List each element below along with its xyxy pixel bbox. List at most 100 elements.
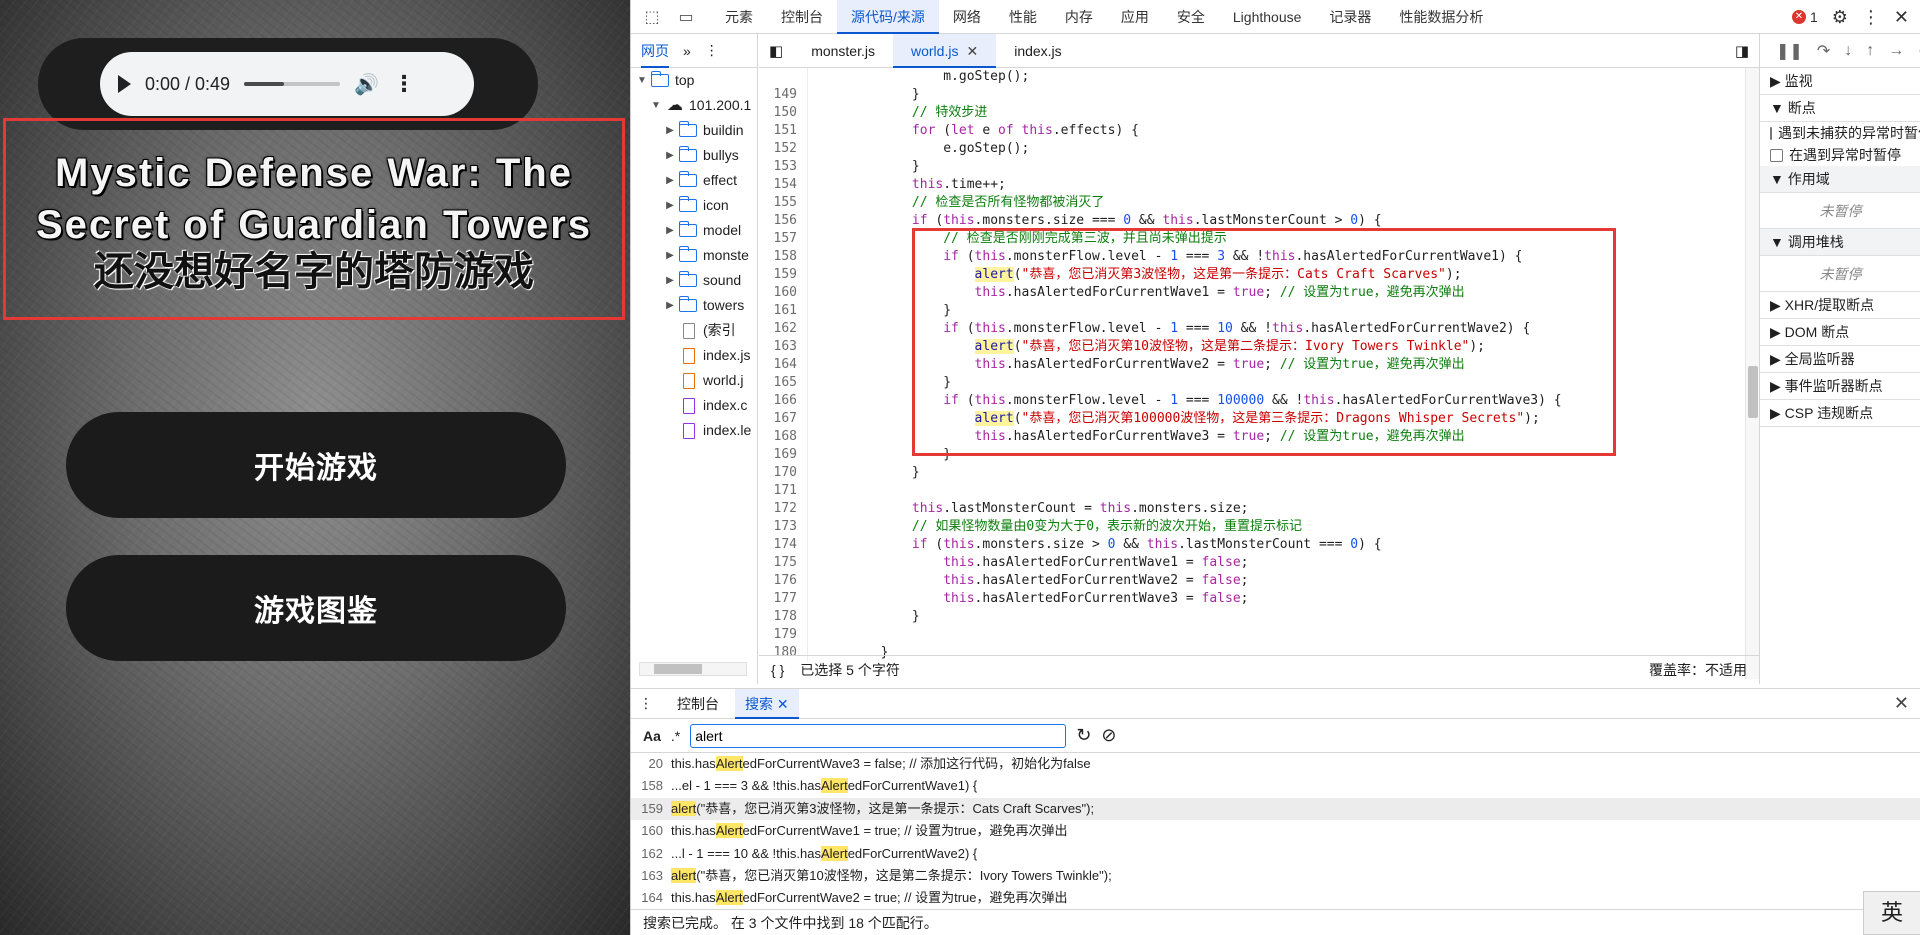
volume-icon[interactable]: 🔊 — [354, 72, 379, 97]
line-number[interactable]: 170 — [759, 464, 807, 482]
close-devtools-icon[interactable]: ✕ — [1894, 7, 1909, 28]
line-number[interactable]: 176 — [759, 572, 807, 590]
search-result-row[interactable]: 160 this.hasAlertedForCurrentWave1 = true… — [631, 820, 1920, 842]
checkbox[interactable] — [1770, 148, 1783, 162]
search-result-row[interactable]: 163 alert("恭喜，您已消灭第10波怪物，这是第二条提示：Ivory To… — [631, 865, 1920, 887]
audio-progress[interactable] — [244, 82, 341, 86]
game-codex-button[interactable]: 游戏图鉴 — [66, 555, 566, 661]
line-number[interactable] — [759, 68, 807, 86]
tree-item[interactable]: ▶ icon — [631, 193, 757, 218]
tree-item[interactable]: ▼ ☁ 101.200.1 — [631, 93, 757, 118]
line-number[interactable]: 154 — [759, 176, 807, 194]
line-number[interactable]: 165 — [759, 374, 807, 392]
tree-item[interactable]: ▶ monste — [631, 243, 757, 268]
toggle-navigator-icon[interactable]: ◧ — [759, 42, 793, 60]
line-number[interactable]: 172 — [759, 500, 807, 518]
line-number[interactable]: 158 — [759, 248, 807, 266]
search-result-row[interactable]: 162 ...l - 1 === 10 && !this.hasAlertedFo… — [631, 843, 1920, 865]
line-number[interactable]: 157 — [759, 230, 807, 248]
pretty-print-icon[interactable]: { } — [771, 662, 784, 678]
sidebar-section[interactable]: ▶ 全局监听器 — [1760, 346, 1920, 373]
step-over-icon[interactable]: ↷ — [1817, 41, 1830, 61]
tab-3[interactable]: 网络 — [939, 0, 995, 34]
tree-item[interactable]: index.js — [631, 343, 757, 368]
sidebar-section[interactable]: ▶ DOM 断点 — [1760, 319, 1920, 346]
sidebar-section[interactable]: ▶ 监视 — [1760, 68, 1920, 95]
line-number[interactable]: 167 — [759, 410, 807, 428]
line-number[interactable]: 163 — [759, 338, 807, 356]
line-number[interactable]: 150 — [759, 104, 807, 122]
tree-item[interactable]: (索引 — [631, 318, 757, 343]
more-tabs-icon[interactable]: » — [683, 43, 691, 59]
code-scrollbar[interactable] — [1745, 68, 1759, 679]
line-number[interactable]: 175 — [759, 554, 807, 572]
tree-item[interactable]: index.c — [631, 393, 757, 418]
tree-toggle-icon[interactable]: ▶ — [665, 293, 675, 318]
tree-item[interactable]: ▶ sound — [631, 268, 757, 293]
navigator-scrollbar[interactable] — [639, 662, 747, 676]
tab-10[interactable]: 性能数据分析 — [1385, 0, 1497, 34]
audio-player[interactable]: 0:00 / 0:49 🔊 ⋮ — [100, 52, 474, 116]
search-result-row[interactable]: 158 ...el - 1 === 3 && !this.hasAlertedFo… — [631, 775, 1920, 797]
tab-7[interactable]: 安全 — [1163, 0, 1219, 34]
ime-indicator[interactable]: 英 — [1863, 891, 1920, 935]
close-tab-icon[interactable]: ✕ — [773, 696, 789, 712]
line-number[interactable]: 166 — [759, 392, 807, 410]
line-number[interactable]: 160 — [759, 284, 807, 302]
file-tab[interactable]: world.js ✕ — [893, 33, 997, 68]
inspect-icon[interactable]: ⬚ — [639, 4, 665, 30]
sidebar-section[interactable]: ▼ 断点 — [1760, 95, 1920, 122]
tree-toggle-icon[interactable]: ▶ — [665, 243, 675, 268]
tree-item[interactable]: ▶ towers — [631, 293, 757, 318]
line-number[interactable]: 156 — [759, 212, 807, 230]
search-input[interactable] — [690, 723, 1067, 748]
code-area[interactable]: m.goStep(); 149 } 150 // 特效步进 151 for (let … — [759, 68, 1759, 679]
sidebar-section[interactable]: ▶ CSP 违规断点 — [1760, 400, 1920, 427]
tree-item[interactable]: world.j — [631, 368, 757, 393]
close-drawer-icon[interactable]: ✕ — [1894, 693, 1909, 714]
tab-6[interactable]: 应用 — [1107, 0, 1163, 34]
search-result-row[interactable]: 164 this.hasAlertedForCurrentWave2 = true… — [631, 887, 1920, 909]
regex-toggle[interactable]: .* — [671, 728, 680, 744]
line-number[interactable]: 169 — [759, 446, 807, 464]
line-number[interactable]: 164 — [759, 356, 807, 374]
line-number[interactable]: 149 — [759, 86, 807, 104]
tree-item[interactable]: ▶ model — [631, 218, 757, 243]
navigator-menu-icon[interactable]: ⋮ — [705, 42, 719, 59]
refresh-icon[interactable]: ↻ — [1076, 725, 1091, 746]
line-number[interactable]: 152 — [759, 140, 807, 158]
tree-item[interactable]: index.le — [631, 418, 757, 443]
pause-option[interactable]: 遇到未捕获的异常时暂停 — [1760, 122, 1920, 144]
pause-option[interactable]: 在遇到异常时暂停 — [1760, 144, 1920, 166]
line-number[interactable]: 153 — [759, 158, 807, 176]
tree-toggle-icon[interactable]: ▶ — [665, 218, 675, 243]
tab-0[interactable]: 元素 — [711, 0, 767, 34]
tree-toggle-icon[interactable]: ▶ — [665, 168, 675, 193]
tree-toggle-icon[interactable]: ▶ — [665, 143, 675, 168]
toggle-sidebar-icon[interactable]: ◨ — [1735, 42, 1749, 60]
checkbox[interactable] — [1770, 126, 1772, 140]
step-icon[interactable]: → — [1888, 42, 1904, 60]
step-into-icon[interactable]: ↓ — [1844, 42, 1852, 60]
tree-toggle-icon[interactable]: ▶ — [665, 193, 675, 218]
tree-toggle-icon[interactable]: ▼ — [637, 68, 647, 93]
clear-icon[interactable]: ⊘ — [1101, 725, 1116, 746]
start-game-button[interactable]: 开始游戏 — [66, 412, 566, 518]
tree-item[interactable]: ▶ effect — [631, 168, 757, 193]
tree-item[interactable]: ▶ bullys — [631, 143, 757, 168]
more-options-icon[interactable]: ⋮ — [393, 71, 415, 97]
line-number[interactable]: 159 — [759, 266, 807, 284]
line-number[interactable]: 179 — [759, 626, 807, 644]
tab-4[interactable]: 性能 — [995, 0, 1051, 34]
tree-item[interactable]: ▶ buildin — [631, 118, 757, 143]
tree-toggle-icon[interactable]: ▶ — [665, 118, 675, 143]
tree-toggle-icon[interactable]: ▼ — [651, 93, 661, 118]
tab-9[interactable]: 记录器 — [1315, 0, 1385, 34]
line-number[interactable]: 178 — [759, 608, 807, 626]
line-number[interactable]: 161 — [759, 302, 807, 320]
tree-item[interactable]: ▼ top — [631, 68, 757, 93]
more-menu-icon[interactable]: ⋮ — [1862, 7, 1880, 28]
settings-icon[interactable]: ⚙ — [1832, 7, 1848, 28]
sidebar-section[interactable]: ▶ XHR/提取断点 — [1760, 292, 1920, 319]
sidebar-section[interactable]: ▶ 事件监听器断点 — [1760, 373, 1920, 400]
